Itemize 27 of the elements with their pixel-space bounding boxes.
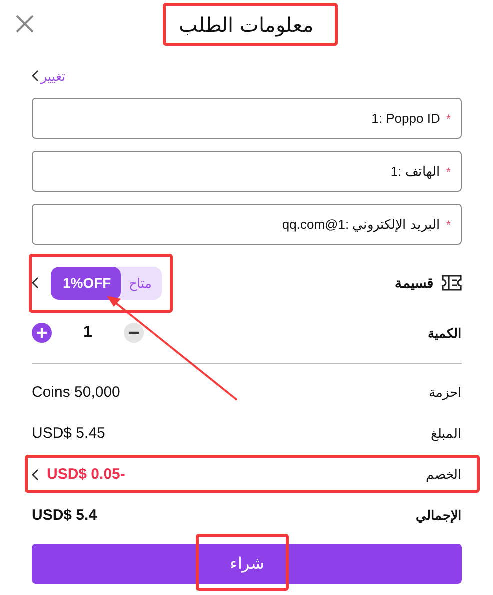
input-field[interactable]: qq.com@1: البريد الإلكتروني * (32, 204, 462, 245)
input-field[interactable]: 1: Poppo ID * (32, 98, 462, 139)
page-title: معلومات الطلب (179, 14, 314, 38)
chevron-icon (32, 277, 39, 289)
summary-value: USD$ 5.45 (32, 425, 106, 442)
summary-label: الإجمالي (416, 508, 462, 523)
summary-label: المبلغ (431, 426, 462, 441)
close-icon[interactable] (15, 14, 35, 34)
summary-value: USD$ 5.4 (32, 507, 98, 524)
quantity-label: الكمية (428, 326, 462, 340)
buy-button[interactable]: شراء (32, 544, 462, 584)
quantity-value: 1 (82, 324, 94, 342)
plus-icon[interactable] (32, 323, 52, 343)
minus-icon[interactable] (124, 323, 144, 343)
chevron-icon (32, 70, 39, 82)
summary-value: USD$ 0.05- (47, 466, 126, 483)
required-mark: * (446, 164, 451, 178)
required-mark: * (446, 112, 451, 126)
input-field[interactable]: 1: الهاتف * (32, 151, 462, 192)
summary-value: Coins 50,000 (32, 384, 120, 401)
chevron-icon (32, 468, 39, 480)
ticket-icon (442, 275, 462, 291)
summary-label: احزمة (429, 385, 462, 400)
required-mark: * (446, 218, 451, 232)
coupon-label: قسيمة (395, 275, 434, 291)
change-link[interactable]: تغيير (41, 68, 66, 84)
summary-label: الخصم (426, 467, 462, 482)
